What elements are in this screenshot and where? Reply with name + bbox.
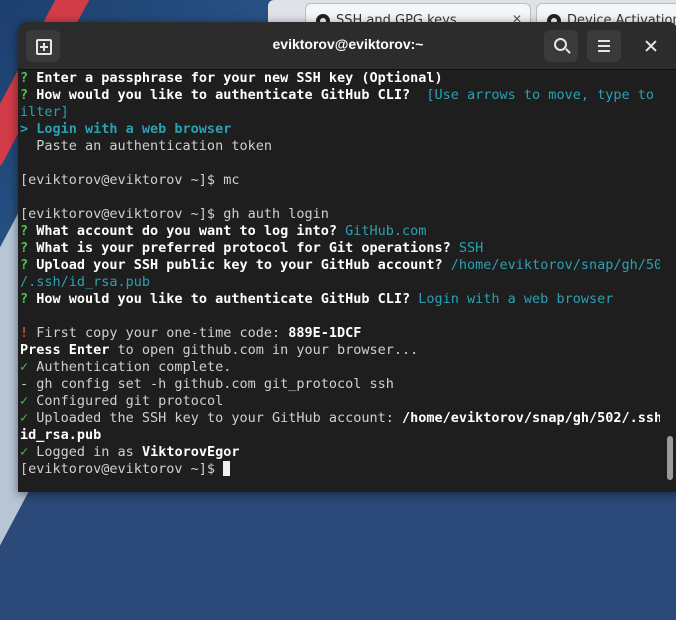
terminal-text: - gh config set -h github.com git_protoc… <box>20 376 394 392</box>
terminal-text: [eviktorov@eviktorov ~]$ mc <box>20 172 240 188</box>
terminal-line: ✓ Uploaded the SSH key to your GitHub ac… <box>20 410 660 427</box>
terminal-text: ✓ <box>20 359 37 375</box>
window-title: eviktorov@eviktorov:~ <box>272 36 424 52</box>
terminal-text: > Login with a web browser <box>20 121 232 137</box>
terminal-text: ! <box>20 325 37 341</box>
terminal-line: ✓ Configured git protocol <box>20 393 660 410</box>
terminal-text: to open github.com in your browser... <box>109 342 419 358</box>
terminal-text: ? <box>20 70 37 86</box>
terminal-line: ! First copy your one-time code: 889E-1D… <box>20 325 660 342</box>
new-tab-button[interactable] <box>26 30 60 62</box>
terminal-text: First copy your one-time code: <box>36 325 289 341</box>
new-tab-icon <box>36 39 52 55</box>
terminal-text: GitHub.com <box>337 223 427 239</box>
terminal-text: [eviktorov@eviktorov ~]$ <box>20 461 224 477</box>
terminal-text: Login with a web browser <box>410 291 614 307</box>
terminal-line: ? How would you like to authenticate Git… <box>20 291 660 308</box>
terminal-text: [eviktorov@eviktorov ~]$ gh auth login <box>20 206 329 222</box>
terminal-text: /home/eviktorov/snap/gh/502 <box>442 257 660 273</box>
close-icon <box>644 39 658 53</box>
terminal-line: ✓ Logged in as ViktorovEgor <box>20 444 660 461</box>
terminal-line: ✓ Authentication complete. <box>20 359 660 376</box>
terminal-text: SSH <box>450 240 484 256</box>
terminal-line: Press Enter to open github.com in your b… <box>20 342 660 359</box>
terminal-line: > Login with a web browser <box>20 121 660 138</box>
terminal-text: Uploaded the SSH key to your GitHub acco… <box>36 410 403 426</box>
terminal-line: /.ssh/id_rsa.pub <box>20 274 660 291</box>
terminal-line: ? What is your preferred protocol for Gi… <box>20 240 660 257</box>
terminal-text: Configured git protocol <box>36 393 224 409</box>
terminal-text: ilter] <box>20 104 69 120</box>
terminal-text: Upload your SSH public key to your GitHu… <box>36 257 443 273</box>
terminal-text: Press Enter <box>20 342 110 358</box>
terminal-line: - gh config set -h github.com git_protoc… <box>20 376 660 393</box>
terminal-text: [Use arrows to move, type to f <box>410 87 660 103</box>
close-window-button[interactable] <box>634 30 668 62</box>
terminal-text: Authentication complete. <box>36 359 232 375</box>
terminal-text: What is your preferred protocol for Git … <box>36 240 451 256</box>
terminal-text: ? <box>20 223 37 239</box>
hamburger-menu-icon <box>598 40 610 52</box>
terminal-line: Paste an authentication token <box>20 138 660 155</box>
terminal-text: How would you like to authenticate GitHu… <box>36 291 411 307</box>
terminal-text: Paste an authentication token <box>20 138 272 154</box>
terminal-line: ilter] <box>20 104 660 121</box>
search-icon <box>554 38 567 51</box>
terminal-text: ? <box>20 291 37 307</box>
terminal-line: ? How would you like to authenticate Git… <box>20 87 660 104</box>
terminal-line: [eviktorov@eviktorov ~]$ <box>20 461 660 478</box>
terminal-text: ? <box>20 240 37 256</box>
search-button[interactable] <box>544 30 578 62</box>
terminal-text: How would you like to authenticate GitHu… <box>36 87 411 103</box>
terminal-text: id_rsa.pub <box>20 427 102 443</box>
terminal-text: ViktorovEgor <box>141 444 240 460</box>
terminal-text: /home/eviktorov/snap/gh/502/.ssh/ <box>402 410 660 426</box>
terminal-text: Logged in as <box>36 444 142 460</box>
terminal-line: [eviktorov@eviktorov ~]$ gh auth login <box>20 206 660 223</box>
terminal-line: id_rsa.pub <box>20 427 660 444</box>
terminal-text: Enter a passphrase for your new SSH key … <box>36 70 443 86</box>
scrollbar-thumb[interactable] <box>667 436 673 480</box>
terminal-window: eviktorov@eviktorov:~ ? Enter a passphra… <box>18 22 676 492</box>
terminal-line: ? What account do you want to log into? … <box>20 223 660 240</box>
terminal-text: ✓ <box>20 444 37 460</box>
terminal-text: /.ssh/id_rsa.pub <box>20 274 151 290</box>
terminal-output[interactable]: ? Enter a passphrase for your new SSH ke… <box>20 70 660 490</box>
terminal-text: What account do you want to log into? <box>36 223 337 239</box>
text-cursor <box>223 461 231 476</box>
terminal-line: ? Upload your SSH public key to your Git… <box>20 257 660 274</box>
terminal-text: ? <box>20 87 37 103</box>
terminal-text: 889E-1DCF <box>288 325 362 341</box>
terminal-line: [eviktorov@eviktorov ~]$ mc <box>20 172 660 189</box>
terminal-line: ? Enter a passphrase for your new SSH ke… <box>20 70 660 87</box>
terminal-text: ✓ <box>20 410 37 426</box>
menu-button[interactable] <box>587 30 621 62</box>
terminal-text: ✓ <box>20 393 37 409</box>
scrollbar[interactable] <box>664 70 676 490</box>
terminal-text: ? <box>20 257 37 273</box>
title-bar[interactable]: eviktorov@eviktorov:~ <box>18 22 676 70</box>
